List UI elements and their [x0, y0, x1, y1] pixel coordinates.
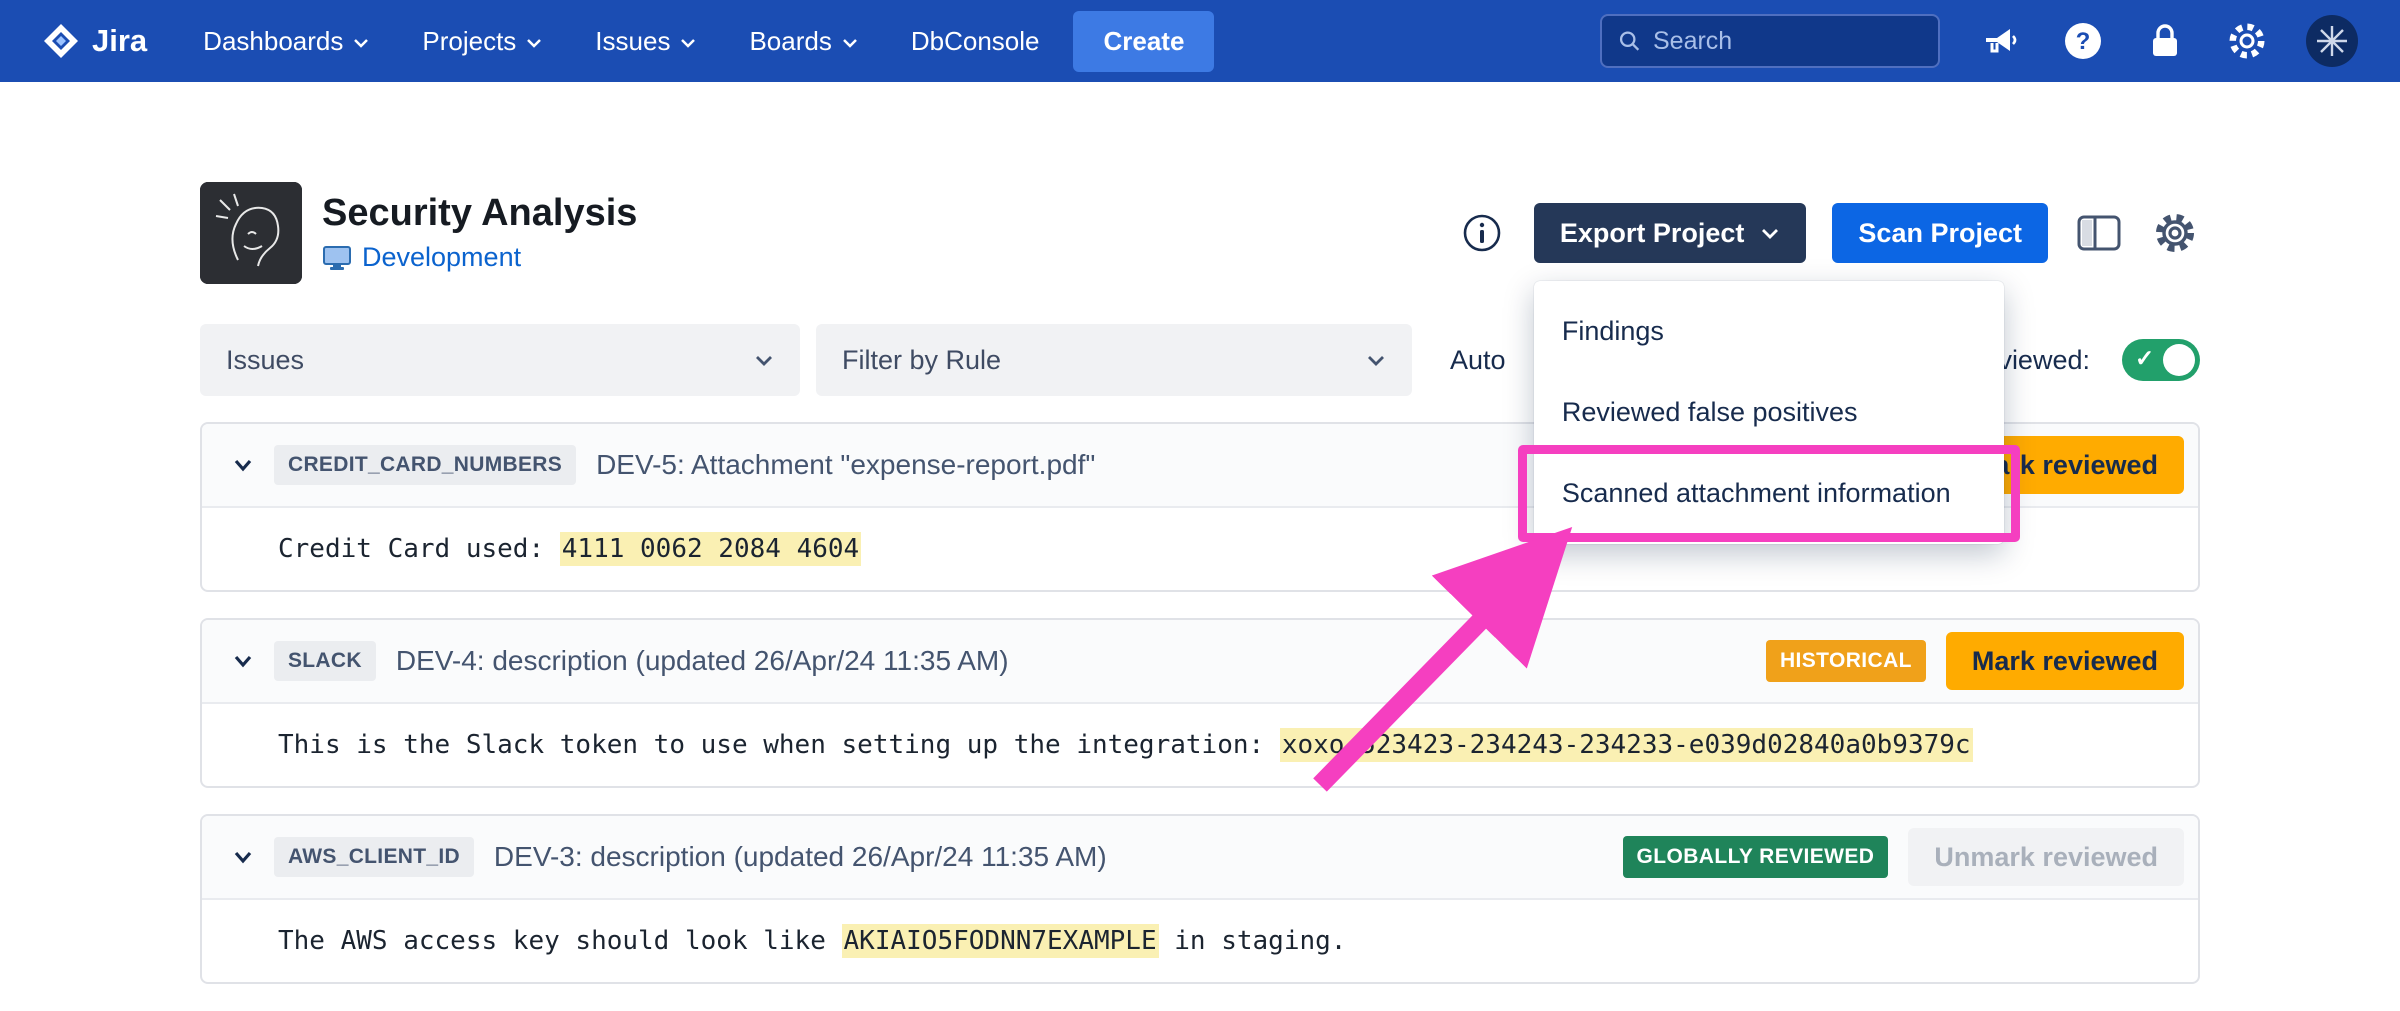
- finding-header[interactable]: SLACK DEV-4: description (updated 26/Apr…: [202, 620, 2198, 704]
- toggle-knob: [2163, 344, 2195, 376]
- create-button[interactable]: Create: [1073, 11, 1214, 72]
- historical-badge: HISTORICAL: [1766, 640, 1926, 682]
- page-title: Security Analysis: [322, 193, 637, 235]
- header-controls: Export Project Findings Reviewed false p…: [1460, 203, 2200, 263]
- announcement-icon[interactable]: [1978, 18, 2024, 64]
- header-text: Security Analysis Development: [322, 193, 637, 274]
- chevron-down-icon: [525, 36, 543, 50]
- project-subline: Development: [322, 242, 637, 273]
- finding-card-dev4: SLACK DEV-4: description (updated 26/Apr…: [200, 618, 2200, 788]
- nav-menu: Dashboards Projects Issues Boards DbCons…: [203, 26, 1039, 57]
- collapse-chevron-icon[interactable]: [232, 653, 254, 669]
- nav-item-projects[interactable]: Projects: [422, 26, 543, 57]
- search-icon: [1618, 28, 1641, 54]
- nav-icons: ?: [1978, 15, 2358, 67]
- export-dropdown-menu: Findings Reviewed false positives Scanne…: [1534, 281, 2004, 544]
- auto-label-fragment: Auto: [1450, 345, 1506, 376]
- nav-item-dashboards[interactable]: Dashboards: [203, 26, 370, 57]
- show-reviewed-toggle[interactable]: ✓: [2122, 339, 2200, 381]
- jira-brand[interactable]: Jira: [42, 22, 147, 60]
- svg-text:?: ?: [2076, 28, 2091, 55]
- nav-item-boards[interactable]: Boards: [749, 26, 858, 57]
- lock-icon[interactable]: [2142, 18, 2188, 64]
- rule-badge: CREDIT_CARD_NUMBERS: [274, 445, 576, 485]
- issues-select[interactable]: Issues: [200, 324, 800, 396]
- search-box[interactable]: [1600, 14, 1940, 68]
- detected-secret: 4111 0062 2084 4604: [560, 532, 861, 566]
- menu-item-reviewed-false-positives[interactable]: Reviewed false positives: [1534, 372, 2004, 453]
- settings-icon[interactable]: [2224, 18, 2270, 64]
- nav-item-dbconsole[interactable]: DbConsole: [911, 26, 1040, 57]
- finding-title: DEV-3: description (updated 26/Apr/24 11…: [494, 841, 1107, 873]
- finding-header[interactable]: AWS_CLIENT_ID DEV-3: description (update…: [202, 816, 2198, 900]
- detected-secret: AKIAIO5FODNN7EXAMPLE: [842, 924, 1159, 958]
- top-navbar: Jira Dashboards Projects Issues Boards D…: [0, 0, 2400, 82]
- search-input[interactable]: [1653, 27, 1922, 56]
- rule-badge: SLACK: [274, 641, 376, 681]
- finding-card-dev3: AWS_CLIENT_ID DEV-3: description (update…: [200, 814, 2200, 984]
- chevron-down-icon: [1760, 226, 1780, 241]
- chevron-down-icon: [352, 36, 370, 50]
- chevron-down-icon: [1366, 353, 1386, 368]
- export-project-wrap: Export Project Findings Reviewed false p…: [1534, 203, 1807, 263]
- filter-by-rule-select[interactable]: Filter by Rule: [816, 324, 1412, 396]
- project-link[interactable]: Development: [362, 242, 521, 273]
- detected-secret: xoxo-523423-234243-234233-e039d02840a0b9…: [1280, 728, 1973, 762]
- main-content: Security Analysis Development: [0, 182, 2400, 984]
- mark-reviewed-button[interactable]: Mark reviewed: [1946, 632, 2184, 690]
- project-header: Security Analysis Development: [200, 182, 2200, 284]
- chevron-down-icon: [754, 353, 774, 368]
- finding-title: DEV-5: Attachment "expense-report.pdf": [596, 449, 1095, 481]
- collapse-chevron-icon[interactable]: [232, 849, 254, 865]
- collapse-chevron-icon[interactable]: [232, 457, 254, 473]
- export-project-button[interactable]: Export Project: [1534, 203, 1807, 263]
- menu-item-findings[interactable]: Findings: [1534, 291, 2004, 372]
- user-avatar[interactable]: [2306, 15, 2358, 67]
- unmark-reviewed-button[interactable]: Unmark reviewed: [1908, 828, 2184, 886]
- side-panel-icon[interactable]: [2074, 208, 2124, 258]
- nav-item-issues[interactable]: Issues: [595, 26, 697, 57]
- chevron-down-icon: [841, 36, 859, 50]
- gear-icon[interactable]: [2150, 208, 2200, 258]
- project-avatar: [200, 182, 302, 284]
- finding-title: DEV-4: description (updated 26/Apr/24 11…: [396, 645, 1009, 677]
- scan-project-button[interactable]: Scan Project: [1832, 203, 2048, 263]
- info-icon[interactable]: [1460, 211, 1504, 255]
- menu-item-scanned-attachment-information[interactable]: Scanned attachment information: [1534, 453, 2004, 534]
- finding-body: The AWS access key should look like AKIA…: [202, 900, 2198, 982]
- help-icon[interactable]: ?: [2060, 18, 2106, 64]
- rule-badge: AWS_CLIENT_ID: [274, 837, 474, 877]
- check-icon: ✓: [2135, 345, 2154, 372]
- globally-reviewed-badge: GLOBALLY REVIEWED: [1623, 836, 1889, 878]
- chevron-down-icon: [679, 36, 697, 50]
- brand-name: Jira: [92, 23, 147, 59]
- finding-body: This is the Slack token to use when sett…: [202, 704, 2198, 786]
- project-category-icon: [322, 245, 352, 271]
- jira-logo: [42, 22, 80, 60]
